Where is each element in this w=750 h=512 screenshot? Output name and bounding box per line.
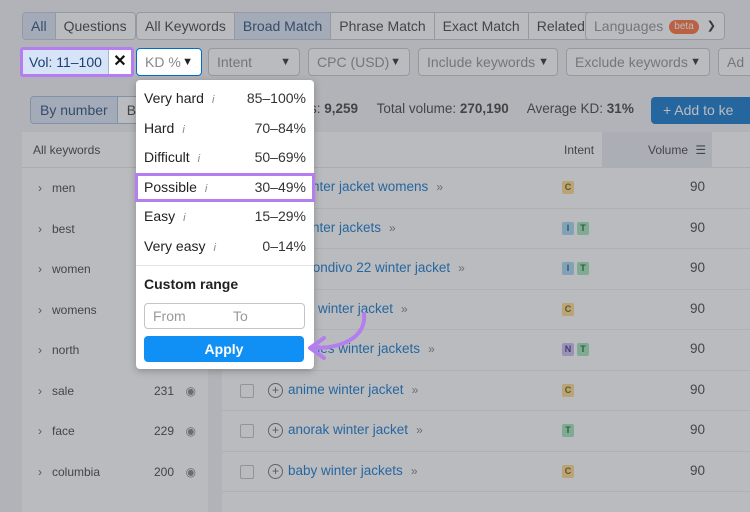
kd-option-label: Difficult [144,149,190,165]
kd-option[interactable]: Difficult i 50–69% [136,143,314,173]
info-icon[interactable]: i [213,242,215,254]
chevron-down-icon: ▼ [182,56,193,68]
kd-option-range: 0–14% [262,237,306,254]
kd-option-range: 70–84% [254,119,306,136]
from-input[interactable] [145,304,225,328]
info-icon[interactable]: i [182,124,184,136]
kd-option[interactable]: Possible i 30–49% [135,172,315,202]
kd-option-label: Possible [144,178,197,195]
kd-option[interactable]: Hard i 70–84% [136,114,314,144]
to-input[interactable] [225,304,305,328]
info-icon[interactable]: i [212,94,214,106]
kd-option-range: 50–69% [254,149,306,165]
kd-option[interactable]: Easy i 15–29% [136,202,314,232]
kd-option[interactable]: Very easy i 0–14% [136,232,314,262]
kd-filter-label: KD % [145,54,181,70]
info-icon[interactable]: i [198,153,200,165]
annotation-arrow-icon [308,312,367,360]
info-icon[interactable]: i [205,183,207,195]
custom-range-title: Custom range [144,276,239,292]
menu-divider [136,265,314,266]
kd-filter-dropdown[interactable]: KD % ▼ [136,48,202,76]
kd-option-range: 30–49% [254,178,306,195]
kd-option-label: Hard [144,119,175,136]
kd-option-label: Very hard [144,90,204,106]
kd-option-label: Easy [144,208,176,224]
kd-dropdown-menu: Very hard i 85–100% Hard i 70–84% Difficult i 50… [135,80,315,369]
close-icon[interactable]: ✕ [108,50,131,74]
kd-option[interactable]: Very hard i 85–100% [136,84,314,114]
info-icon[interactable]: i [183,212,185,224]
apply-button[interactable]: Apply [144,336,304,362]
volume-filter-chip[interactable]: Vol: 11–100 ✕ [20,47,134,77]
kd-option-label: Very easy [144,237,206,254]
custom-range-inputs [144,303,305,329]
volume-filter-label: Vol: 11–100 [23,50,109,74]
kd-option-range: 85–100% [246,90,306,106]
kd-option-range: 15–29% [254,208,306,224]
